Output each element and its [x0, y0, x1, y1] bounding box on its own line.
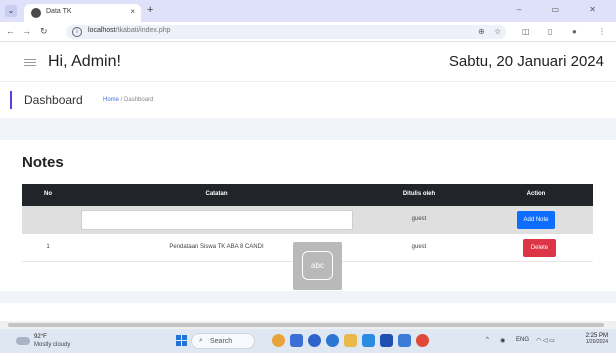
url-text: localhost/tkabati/index.php [88, 27, 171, 34]
translate-icon[interactable]: ⊕ [478, 26, 485, 37]
vscode-icon[interactable] [362, 334, 375, 347]
horizontal-scrollbar[interactable] [0, 321, 616, 329]
browser-tab[interactable]: Data TK × [24, 4, 141, 22]
breadcrumb-accent-bar [10, 91, 12, 109]
search-icon: ⌕ [199, 337, 203, 344]
app-icon-taskview[interactable] [290, 334, 303, 347]
weather-description: Mostly cloudy [34, 342, 71, 348]
section-divider [0, 118, 616, 140]
app-icon-chat[interactable] [308, 334, 321, 347]
reload-icon[interactable]: ↻ [40, 26, 48, 37]
favicon-icon [31, 8, 41, 18]
scrollbar-thumb[interactable] [8, 323, 604, 327]
app-icon-word[interactable] [380, 334, 393, 347]
weather-temperature: 92°F [34, 334, 47, 340]
note-input[interactable] [81, 210, 353, 230]
current-date: Sabtu, 20 Januari 2024 [448, 53, 604, 70]
greeting: Hi, Admin! [48, 53, 121, 70]
add-note-row: guest Add Note [22, 206, 593, 234]
column-header-note: Catatan [205, 191, 228, 197]
clock-date: 1/20/2024 [585, 339, 608, 345]
form-author: guest [411, 216, 427, 222]
page-header: Hi, Admin! Sabtu, 20 Januari 2024 [0, 42, 616, 82]
cell-no: 1 [46, 244, 50, 250]
tab-title: Data TK [46, 8, 72, 15]
back-icon[interactable]: ← [6, 26, 15, 37]
cloud-icon [16, 337, 30, 345]
column-header-author: Ditulis oleh [402, 191, 436, 197]
file-explorer-icon[interactable] [344, 334, 357, 347]
hamburger-menu-icon[interactable] [24, 59, 36, 68]
breadcrumb-home-link[interactable]: Home [103, 97, 119, 103]
network-volume-icons[interactable]: ◠ ◁ ▭ [536, 337, 555, 344]
abc-icon: abc [302, 251, 333, 280]
add-note-button[interactable]: Add Note [517, 211, 555, 229]
menu-icon[interactable]: ⋮ [598, 26, 606, 37]
url-field[interactable]: i localhost/tkabati/index.php [66, 25, 506, 39]
window-controls[interactable]: – ▭ ✕ [517, 5, 610, 14]
tab-search-icon[interactable]: ⌄ [5, 5, 17, 17]
table-header: No Catatan Ditulis oleh Action [22, 184, 593, 206]
address-bar: ← → ↻ i localhost/tkabati/index.php ⊕ ☆ … [0, 22, 616, 42]
taskbar: 92°F Mostly cloudy ⌕ Search ^ ◉ ENG ◠ ◁ … [0, 329, 616, 353]
language-indicator[interactable]: ENG [516, 337, 529, 343]
windows-start-icon[interactable] [176, 335, 187, 346]
forward-icon[interactable]: → [22, 26, 31, 37]
url-host: localhost [88, 27, 116, 34]
taskbar-search-label: Search [210, 338, 233, 345]
taskbar-clock[interactable]: 2:25 PM 1/20/2024 [574, 333, 608, 345]
tray-app-icon[interactable]: ◉ [500, 337, 505, 344]
new-tab-button[interactable]: + [147, 5, 153, 16]
taskbar-search[interactable]: ⌕ Search [191, 333, 255, 349]
edge-icon[interactable] [326, 334, 339, 347]
breadcrumb: Dashboard Home / Dashboard [0, 82, 616, 118]
tab-close-icon[interactable]: × [130, 7, 135, 16]
cell-author: guest [411, 244, 427, 250]
profile-icon[interactable]: ● [572, 26, 577, 37]
notes-heading: Notes [22, 154, 64, 171]
site-info-icon[interactable]: i [72, 27, 82, 37]
star-icon[interactable]: ☆ [494, 26, 501, 37]
sidebar-icon[interactable]: ▯ [548, 26, 552, 37]
browser-tab-bar: ⌄ Data TK × + – ▭ ✕ [0, 0, 616, 22]
tray-chevron-icon[interactable]: ^ [486, 337, 489, 343]
url-path: /tkabati/index.php [115, 27, 171, 34]
delete-button[interactable]: Delete [523, 239, 556, 257]
extensions-icon[interactable]: ◫ [522, 26, 530, 37]
page-title: Dashboard [24, 93, 83, 107]
column-header-action: Action [526, 191, 546, 197]
chrome-icon[interactable] [416, 334, 429, 347]
app-icon-files[interactable] [272, 334, 285, 347]
breadcrumb-path: Home / Dashboard [103, 97, 153, 103]
app-icon-store[interactable] [398, 334, 411, 347]
page-footer [0, 291, 616, 303]
breadcrumb-current: Dashboard [124, 97, 154, 103]
column-header-no: No [44, 191, 52, 197]
text-input-overlay[interactable]: abc [293, 242, 342, 290]
